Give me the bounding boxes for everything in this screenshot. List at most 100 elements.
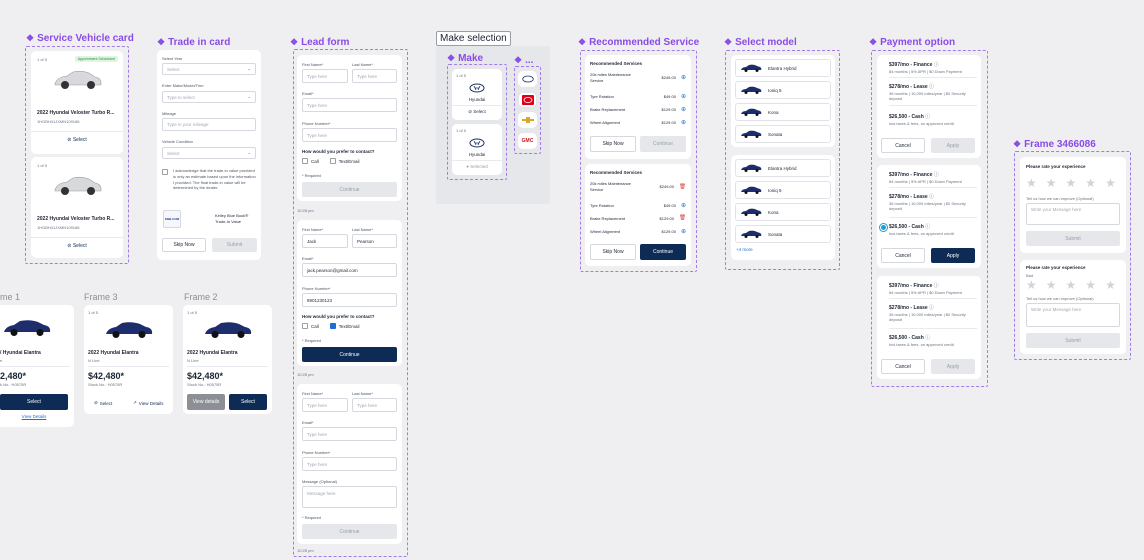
service-vehicle-card[interactable]: 1 of 5 2022 Hyundai Veloster Turbo R... … — [31, 157, 123, 258]
select-link[interactable]: ⊘ Select — [94, 400, 112, 406]
cancel-button[interactable]: Cancel — [881, 248, 925, 263]
select-button[interactable]: ⊘ Select — [31, 137, 123, 143]
continue-button[interactable]: Continue — [640, 136, 686, 152]
selected-radio[interactable] — [880, 224, 887, 231]
cancel-button[interactable]: Cancel — [881, 138, 925, 153]
continue-button[interactable]: Continue — [640, 244, 686, 260]
make-model-trim-select[interactable]: Type to select ⌄ — [162, 91, 256, 103]
email-input[interactable]: Type here — [302, 98, 397, 112]
star-icon[interactable]: ★ — [1066, 177, 1077, 189]
model-option[interactable]: Kona — [735, 203, 831, 221]
add-icon[interactable]: ⊕ — [681, 93, 686, 100]
last-name-input[interactable]: Pearson — [352, 234, 397, 248]
star-rating[interactable]: ★ ★ ★ ★ ★ — [1026, 279, 1116, 291]
star-icon[interactable]: ★ — [1046, 279, 1057, 291]
feedback-textarea[interactable]: Write your Message here — [1026, 303, 1120, 327]
model-option[interactable]: Ioniq 5 — [735, 81, 831, 99]
add-icon[interactable]: ⊕ — [681, 119, 686, 126]
add-icon[interactable]: ⊕ — [681, 106, 686, 113]
phone-input[interactable]: Type here — [302, 128, 397, 142]
payment-option-cash[interactable]: $26,500 - Cash ⓘ — [889, 223, 930, 230]
feedback-textarea[interactable]: Write your Message here — [1026, 203, 1120, 225]
email-input[interactable]: Type here — [302, 427, 397, 441]
first-name-input[interactable]: Type here — [302, 69, 348, 83]
phone-input[interactable]: 8901230123 — [302, 293, 397, 307]
add-icon[interactable]: ⊕ — [681, 74, 686, 81]
add-icon[interactable]: ⊕ — [681, 202, 686, 209]
phone-input[interactable]: Type here — [302, 457, 397, 471]
select-button[interactable]: Select — [0, 394, 68, 410]
star-icon[interactable]: ★ — [1085, 177, 1096, 189]
model-option[interactable]: Kona — [735, 103, 831, 121]
model-option[interactable]: Sonata — [735, 225, 831, 243]
model-option[interactable]: Sonata — [735, 125, 831, 143]
last-name-input[interactable]: Type here — [352, 69, 397, 83]
skip-now-button[interactable]: Skip Now — [590, 136, 636, 152]
text-email-checkbox[interactable] — [329, 323, 336, 329]
call-checkbox[interactable] — [302, 323, 308, 329]
more-models-link[interactable]: +4 more — [736, 247, 753, 252]
condition-select[interactable]: Select ⌄ — [162, 147, 256, 159]
select-button[interactable]: Select — [229, 394, 267, 410]
call-checkbox[interactable] — [302, 158, 308, 164]
star-icon[interactable]: ★ — [1085, 279, 1096, 291]
submit-button[interactable]: Submit — [212, 238, 257, 252]
star-icon[interactable]: ★ — [1046, 177, 1057, 189]
service-vehicle-card[interactable]: 1 of 5 Appointment Scheduled 2022 Hyunda… — [31, 51, 123, 154]
submit-button[interactable]: Submit — [1026, 333, 1120, 348]
star-icon[interactable]: ★ — [1066, 279, 1077, 291]
model-option[interactable]: Ioniq 5 — [735, 181, 831, 199]
payment-option-lease[interactable]: $278/mo - Lease ⓘ — [889, 304, 934, 311]
email-input[interactable]: jack.pearson@gmail.com — [302, 263, 397, 277]
view-details-button[interactable]: View details — [187, 394, 225, 410]
select-button[interactable]: ⊘ Select — [452, 109, 502, 115]
payment-option-finance[interactable]: $397/mo - Finance ⓘ — [889, 61, 939, 68]
make-logo-hyundai[interactable] — [518, 71, 537, 87]
continue-button[interactable]: Continue — [302, 182, 397, 197]
view-details-link[interactable]: View Details — [0, 414, 68, 419]
make-card[interactable]: 1 of 5 Hyundai ● Selected — [452, 124, 502, 175]
star-icon[interactable]: ★ — [1105, 177, 1116, 189]
year-select[interactable]: Select ⌄ — [162, 63, 256, 75]
mileage-input[interactable]: Type in your mileage — [162, 118, 256, 131]
payment-option-lease[interactable]: $278/mo - Lease ⓘ — [889, 193, 934, 200]
select-button[interactable]: ⊘ Select — [31, 243, 123, 249]
submit-button[interactable]: Submit — [1026, 231, 1120, 246]
make-logo-chevrolet[interactable] — [518, 112, 537, 128]
star-icon[interactable]: ★ — [1105, 279, 1116, 291]
payment-option-cash[interactable]: $26,500 - Cash ⓘ — [889, 334, 930, 341]
message-textarea[interactable]: Message here — [302, 486, 397, 508]
trash-icon[interactable]: 🗑 — [679, 184, 686, 190]
text-email-checkbox[interactable] — [329, 158, 336, 164]
model-option[interactable]: Elantra Hybrid — [735, 159, 831, 177]
star-rating[interactable]: ★ ★ ★ ★ ★ — [1026, 177, 1116, 189]
acknowledge-checkbox[interactable] — [162, 169, 168, 175]
continue-button[interactable]: Continue — [302, 347, 397, 362]
apply-button[interactable]: Apply — [931, 359, 975, 374]
view-details-link[interactable]: ↗ View Details — [133, 400, 163, 406]
first-name-input[interactable]: Type here — [302, 398, 348, 412]
trash-icon[interactable]: 🗑 — [679, 215, 686, 221]
add-icon[interactable]: ⊕ — [681, 228, 686, 235]
selected-indicator[interactable]: ● Selected — [452, 164, 502, 169]
continue-button[interactable]: Continue — [302, 524, 397, 539]
payment-option-cash[interactable]: $26,500 - Cash ⓘ — [889, 113, 930, 120]
star-icon[interactable]: ★ — [1026, 177, 1037, 189]
make-logo-gmc[interactable]: GMC — [518, 133, 537, 149]
payment-option-finance[interactable]: $397/mo - Finance ⓘ — [889, 282, 939, 289]
cancel-button[interactable]: Cancel — [881, 359, 925, 374]
apply-button[interactable]: Apply — [931, 138, 975, 153]
car-image — [741, 86, 762, 94]
star-icon[interactable]: ★ — [1026, 279, 1037, 291]
first-name-input[interactable]: Jack — [302, 234, 348, 248]
make-card[interactable]: 1 of 5 Hyundai ⊘ Select — [452, 69, 502, 120]
skip-now-button[interactable]: Skip Now — [590, 244, 636, 260]
payment-option-finance[interactable]: $397/mo - Finance ⓘ — [889, 171, 939, 178]
model-option[interactable]: Elantra Hybrid — [735, 59, 831, 77]
listing-card-frame-2: 1 of 5 2022 Hyundai Elantra N Line $42,4… — [183, 305, 272, 414]
apply-button[interactable]: Apply — [931, 248, 975, 263]
last-name-input[interactable]: Type here — [352, 398, 397, 412]
skip-now-button[interactable]: Skip Now — [162, 238, 206, 252]
make-logo-toyota[interactable] — [518, 92, 537, 108]
payment-option-lease[interactable]: $278/mo - Lease ⓘ — [889, 83, 934, 90]
